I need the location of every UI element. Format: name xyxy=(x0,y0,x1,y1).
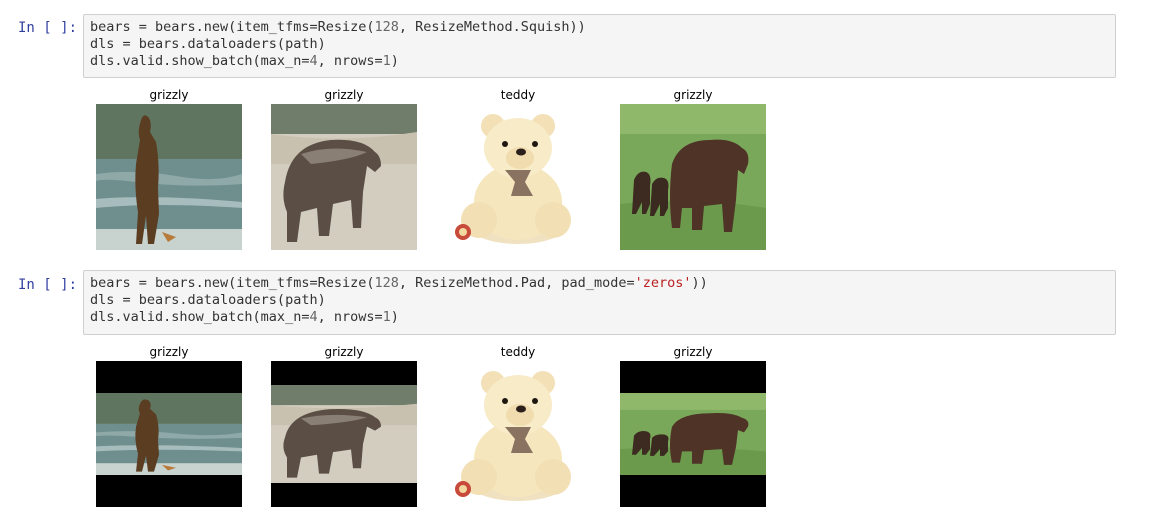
code-token: bears = bears.new(item_tfms=Resize( xyxy=(90,275,375,291)
code-token: 'zeros' xyxy=(634,275,692,291)
code-token: 1 xyxy=(382,53,391,69)
batch-image-label: grizzly xyxy=(149,88,189,102)
batch-image-label: grizzly xyxy=(149,345,189,359)
code-token: dls.valid.show_batch(max_n= xyxy=(90,53,310,69)
cell-1-code-line-1: bears = bears.new(item_tfms=Resize(128, … xyxy=(90,19,1109,36)
batch-image-label: grizzly xyxy=(324,88,364,102)
code-token: 4 xyxy=(309,53,318,69)
batch-image-1: grizzly xyxy=(96,88,242,250)
batch-image-4: grizzly xyxy=(620,345,766,507)
code-token: bears = bears.new(item_tfms=Resize( xyxy=(90,19,375,35)
batch-image-1: grizzly xyxy=(96,345,242,507)
bear-with-cubs-on-grass-picture xyxy=(620,361,766,507)
code-token: , nrows= xyxy=(317,309,383,325)
code-token: ) xyxy=(390,53,399,69)
teddy-bear-picture xyxy=(445,104,591,250)
batch-image-label: teddy xyxy=(500,88,536,102)
code-token: dls = bears.dataloaders(path) xyxy=(90,292,326,308)
standing-bear-in-water-picture xyxy=(96,361,242,507)
code-token: dls.valid.show_batch(max_n= xyxy=(90,309,310,325)
batch-image-label: grizzly xyxy=(673,88,713,102)
walking-grizzly-picture xyxy=(271,104,417,250)
batch-image-4: grizzly xyxy=(620,88,766,250)
code-token: , ResizeMethod.Pad, pad_mode= xyxy=(398,275,635,291)
standing-bear-in-water-picture xyxy=(96,104,242,250)
code-token: ) xyxy=(390,309,399,325)
cell-2-code-line-1: bears = bears.new(item_tfms=Resize(128, … xyxy=(90,275,1109,292)
cell-1-code-line-3: dls.valid.show_batch(max_n=4, nrows=1) xyxy=(90,53,1109,70)
code-token: )) xyxy=(691,275,708,291)
teddy-bear-picture xyxy=(445,361,591,507)
code-token: 1 xyxy=(382,309,391,325)
cell-1-code-editor[interactable]: bears = bears.new(item_tfms=Resize(128, … xyxy=(83,14,1116,78)
code-token: 4 xyxy=(309,309,318,325)
code-token: , ResizeMethod.Squish)) xyxy=(398,19,586,35)
code-token: dls = bears.dataloaders(path) xyxy=(90,36,326,52)
code-token: , nrows= xyxy=(317,53,383,69)
batch-image-label: teddy xyxy=(500,345,536,359)
batch-image-2: grizzly xyxy=(271,88,417,250)
batch-image-2: grizzly xyxy=(271,345,417,507)
cell-2-code-line-2: dls = bears.dataloaders(path) xyxy=(90,292,1109,309)
batch-image-3: teddy xyxy=(445,345,591,507)
cell-1-prompt: In [ ]: xyxy=(18,20,78,36)
cell-2-code-line-3: dls.valid.show_batch(max_n=4, nrows=1) xyxy=(90,309,1109,326)
walking-grizzly-picture xyxy=(271,361,417,507)
batch-image-label: grizzly xyxy=(673,345,713,359)
code-token: 128 xyxy=(374,19,399,35)
code-token: 128 xyxy=(374,275,399,291)
cell-1-code-line-2: dls = bears.dataloaders(path) xyxy=(90,36,1109,53)
bear-with-cubs-on-grass-picture xyxy=(620,104,766,250)
batch-image-label: grizzly xyxy=(324,345,364,359)
batch-image-3: teddy xyxy=(445,88,591,250)
cell-2-prompt: In [ ]: xyxy=(18,277,78,293)
cell-2-code-editor[interactable]: bears = bears.new(item_tfms=Resize(128, … xyxy=(83,270,1116,335)
